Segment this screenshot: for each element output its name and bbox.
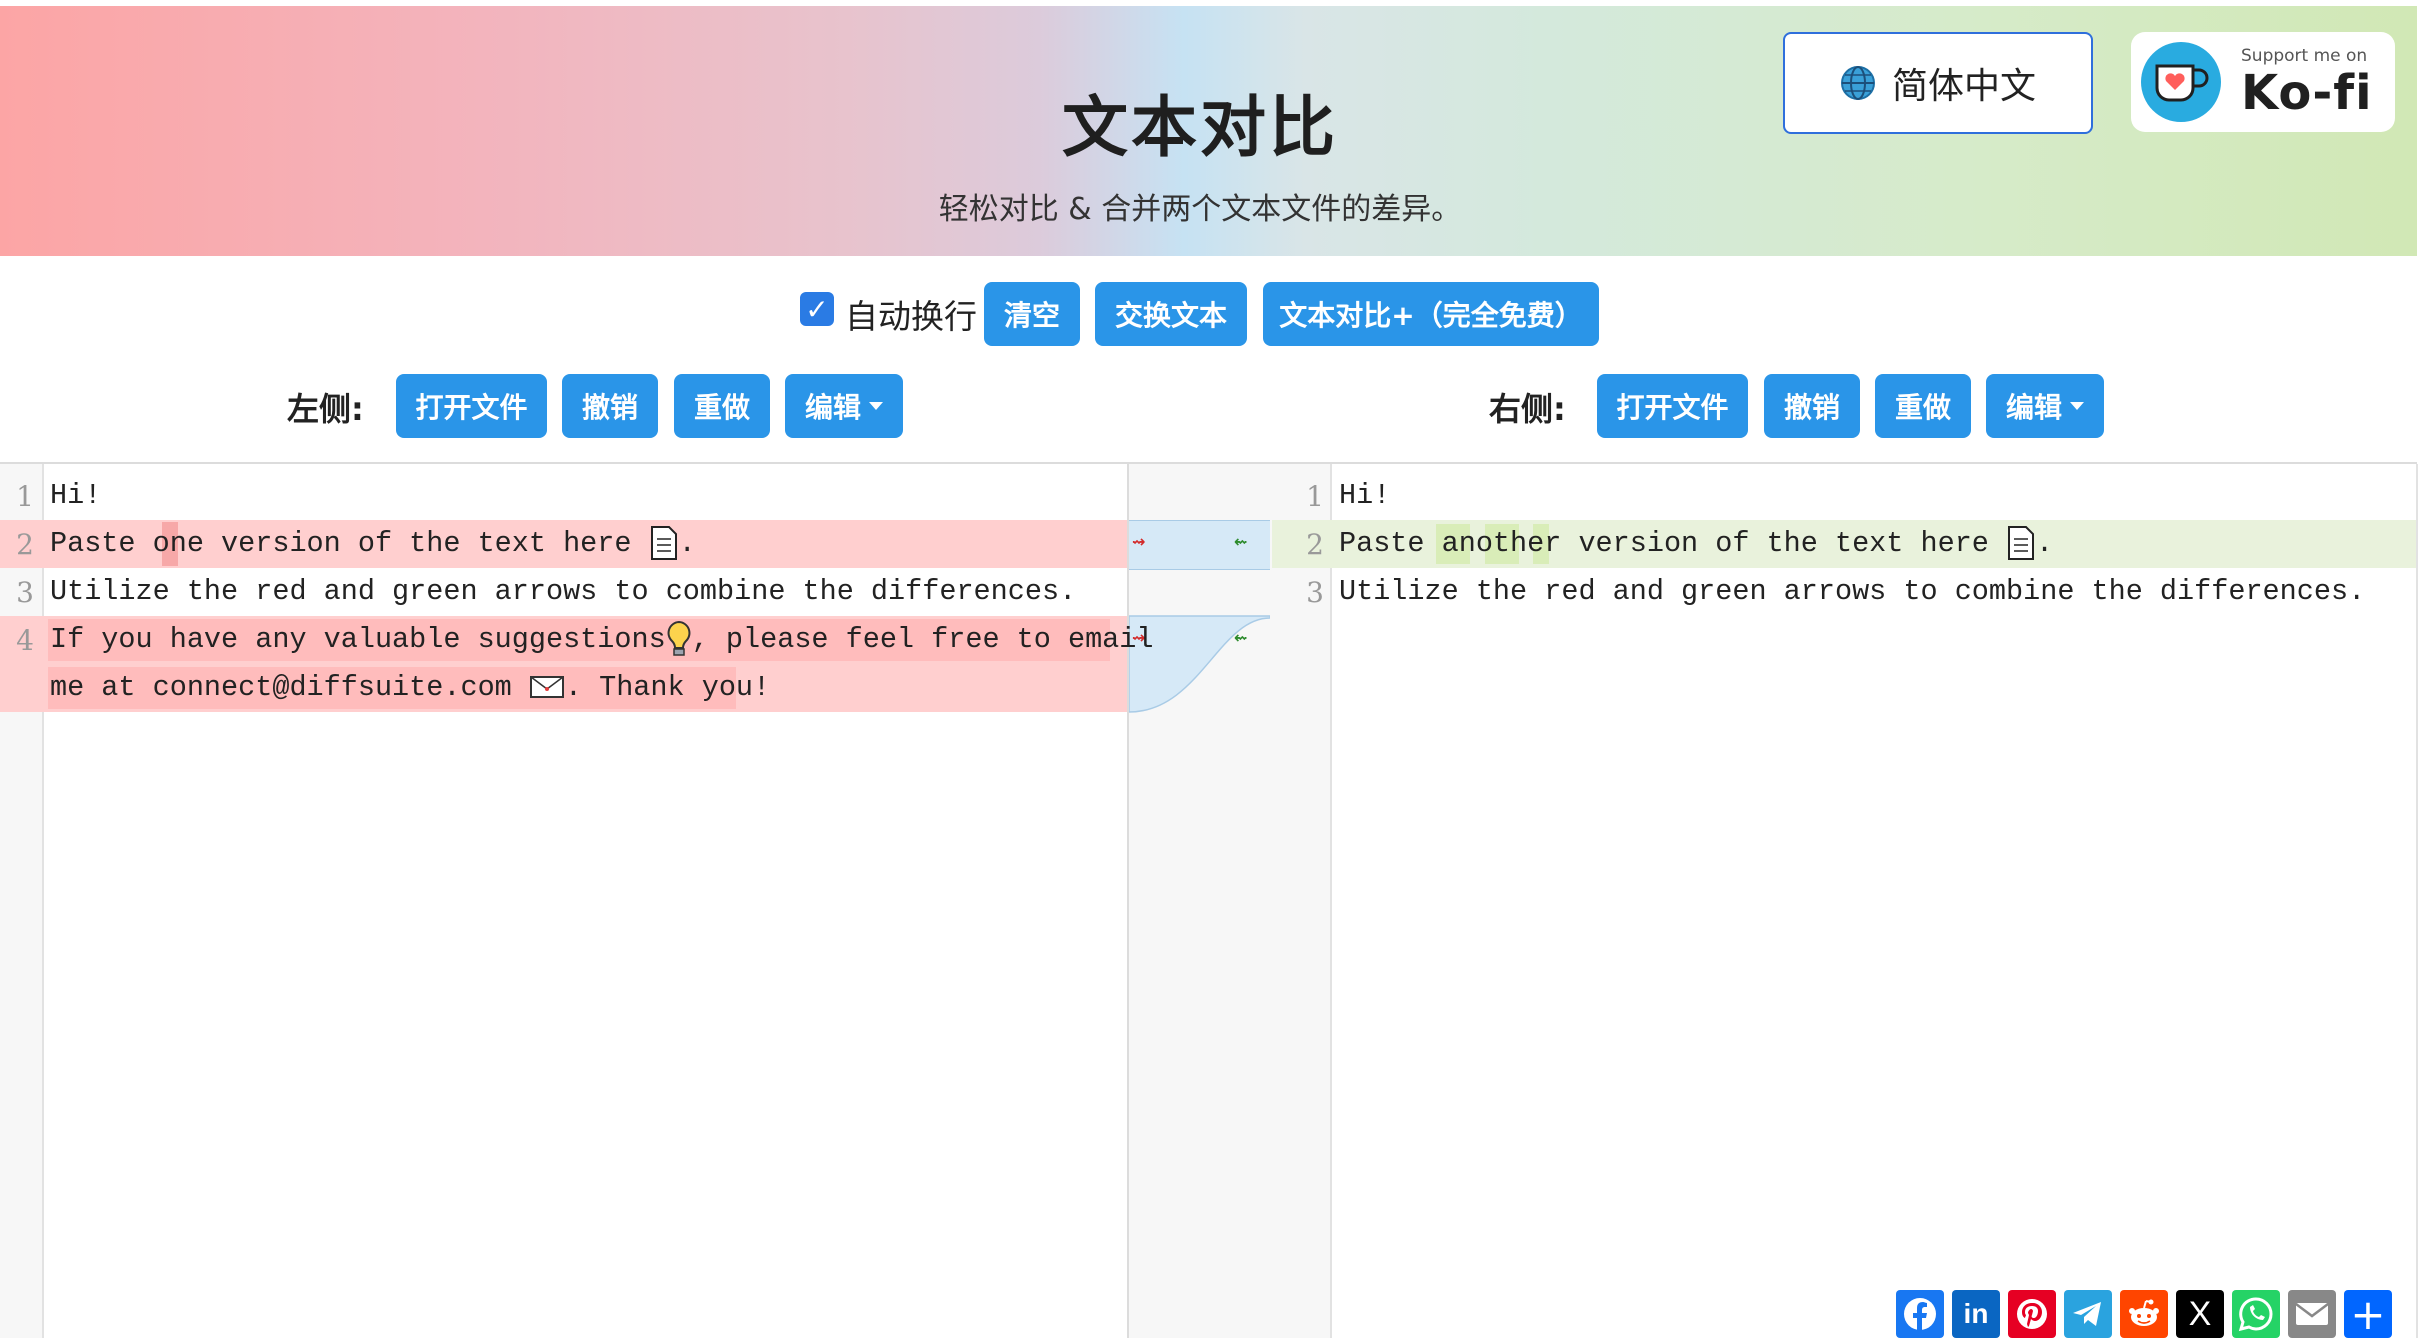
right-open-file-button[interactable]: 打开文件 <box>1597 374 1748 438</box>
header-banner: 文本对比 轻松对比 & 合并两个文本文件的差异。 简体中文 Support me… <box>0 6 2417 256</box>
left-redo-button[interactable]: 重做 <box>674 374 770 438</box>
left-line-2-text: Paste one version of the text here <box>50 527 632 560</box>
lightbulb-icon <box>667 621 691 657</box>
text-compare-plus-button[interactable]: 文本对比+（完全免费） <box>1263 282 1599 346</box>
left-line-4-text-a: If you have any valuable suggestions <box>50 623 666 656</box>
caret-down-icon <box>869 402 883 410</box>
share-bar: in X + <box>1896 1290 2392 1339</box>
reddit-icon[interactable] <box>2120 1290 2168 1338</box>
share-plus-icon[interactable]: + <box>2344 1290 2392 1339</box>
right-line-2-text: Paste another version of the text here <box>1339 527 1989 560</box>
left-line-4-text-d: . Thank you! <box>564 671 771 704</box>
right-line-3: Utilize the red and green arrows to comb… <box>1339 575 2366 608</box>
line-number: 3 <box>1306 576 1324 609</box>
left-open-file-button[interactable]: 打开文件 <box>396 374 547 438</box>
envelope-icon <box>529 676 564 699</box>
left-line-4-text-c: me at connect@diffsuite.com <box>50 671 512 704</box>
right-side-label: 右侧: <box>1489 390 1566 428</box>
kofi-button[interactable]: Support me on Ko-fi <box>2131 32 2395 132</box>
line-number: 1 <box>16 480 34 513</box>
kofi-support-text: Support me on <box>2241 45 2368 66</box>
pinterest-icon[interactable] <box>2008 1290 2056 1338</box>
merge-left-arrow[interactable]: ⇜ <box>1234 628 1247 647</box>
telegram-icon[interactable] <box>2064 1290 2112 1338</box>
left-edit-label: 编辑 <box>804 391 861 424</box>
x-icon[interactable]: X <box>2176 1290 2224 1338</box>
linkedin-icon[interactable]: in <box>1952 1290 2000 1338</box>
left-line-4-wrapped: me at connect@diffsuite.com . Thank you! <box>50 664 770 712</box>
line-number: 3 <box>16 576 34 609</box>
word-wrap-checkbox[interactable]: ✓ <box>800 292 834 326</box>
line-number: 4 <box>16 624 34 657</box>
right-redo-button[interactable]: 重做 <box>1875 374 1971 438</box>
email-icon[interactable] <box>2288 1290 2336 1338</box>
right-line-2: Paste another version of the text here . <box>1339 526 2054 561</box>
right-line-1: Hi! <box>1339 479 1391 512</box>
kofi-brand-text: Ko-fi <box>2241 64 2373 121</box>
left-line-4: If you have any valuable suggestions , pl… <box>50 616 1153 664</box>
word-wrap-label: 自动换行 <box>845 297 977 336</box>
swap-text-button[interactable]: 交换文本 <box>1095 282 1247 346</box>
clear-button[interactable]: 清空 <box>984 282 1080 346</box>
right-edit-dropdown[interactable]: 编辑 <box>1986 374 2104 438</box>
facebook-icon[interactable] <box>1896 1290 1944 1338</box>
left-line-4-text-b: , please feel free to email <box>691 623 1154 656</box>
merge-left-arrow[interactable]: ⇜ <box>1234 532 1247 551</box>
line-number: 2 <box>1306 528 1324 561</box>
left-line-3: Utilize the red and green arrows to comb… <box>50 575 1077 608</box>
right-edit-label: 编辑 <box>2005 391 2062 424</box>
kofi-cup-icon <box>2141 42 2221 122</box>
left-edit-dropdown[interactable]: 编辑 <box>785 374 903 438</box>
merge-right-arrow[interactable]: ⇝ <box>1132 532 1145 551</box>
document-icon <box>2008 526 2035 561</box>
language-label: 简体中文 <box>1891 66 2036 107</box>
left-undo-button[interactable]: 撤销 <box>562 374 658 438</box>
merge-column <box>1127 464 1274 1338</box>
document-icon <box>650 526 677 561</box>
merge-connector-line-2 <box>1129 520 1270 570</box>
globe-icon <box>1840 66 1875 100</box>
page-subtitle: 轻松对比 & 合并两个文本文件的差异。 <box>938 192 1462 227</box>
whatsapp-icon[interactable] <box>2232 1290 2280 1338</box>
language-button[interactable]: 简体中文 <box>1783 32 2093 134</box>
line-number: 1 <box>1306 480 1324 513</box>
caret-down-icon <box>2070 402 2084 410</box>
left-line-1: Hi! <box>50 479 102 512</box>
right-undo-button[interactable]: 撤销 <box>1764 374 1860 438</box>
left-line-2: Paste one version of the text here . <box>50 526 696 561</box>
line-number: 2 <box>16 528 34 561</box>
left-side-label: 左侧: <box>287 390 364 428</box>
